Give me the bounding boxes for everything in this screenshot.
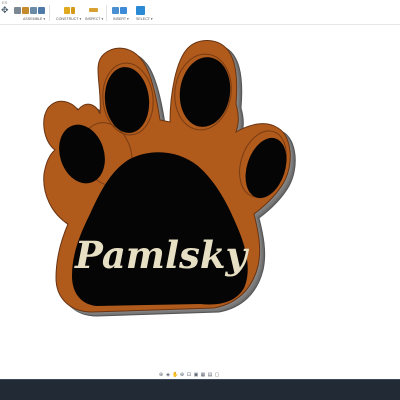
joint-icon[interactable] bbox=[22, 6, 29, 14]
move-icon[interactable]: ✥ bbox=[1, 7, 10, 16]
viewports-icon[interactable]: ▤ bbox=[207, 372, 213, 378]
insert-group[interactable]: INSERT ▾ bbox=[112, 5, 129, 23]
orbit-icon[interactable]: ⊕ bbox=[158, 372, 164, 378]
os-taskbar bbox=[0, 379, 400, 400]
toolbar-divider bbox=[49, 5, 50, 21]
offset-plane-icon[interactable] bbox=[64, 6, 70, 14]
look-at-icon[interactable]: ◈ bbox=[165, 372, 171, 378]
toolbar: ES ✥ ASSEMBLE ▾ CONSTRUCT ▾ INSPECT ▾ IN… bbox=[0, 0, 400, 25]
insert-image-icon[interactable] bbox=[120, 6, 127, 14]
select-group[interactable]: SELECT ▾ bbox=[136, 5, 153, 23]
toolbar-divider bbox=[106, 5, 107, 21]
measure-icon[interactable] bbox=[89, 8, 98, 12]
assemble-group[interactable]: ASSEMBLE ▾ bbox=[14, 5, 45, 23]
construct-menu[interactable]: CONSTRUCT ▾ bbox=[56, 17, 81, 21]
grid-settings-icon[interactable]: ▦ bbox=[200, 372, 206, 378]
pan-icon[interactable]: ✋ bbox=[172, 372, 178, 378]
new-component-icon[interactable] bbox=[14, 6, 21, 14]
viewport-canvas[interactable]: Pamlsky bbox=[0, 24, 400, 379]
paw-engraved-name: Pamlsky bbox=[74, 233, 249, 277]
display-settings-icon[interactable]: ▣ bbox=[193, 372, 199, 378]
select-icon[interactable] bbox=[136, 5, 145, 15]
inspect-menu[interactable]: INSPECT ▾ bbox=[85, 17, 103, 21]
environment-icon[interactable]: ▢ bbox=[214, 372, 220, 378]
zoom-icon[interactable]: ⊕ bbox=[179, 372, 185, 378]
navigation-bar: ⊕ ◈ ✋ ⊕ ⊡ ▣ ▦ ▤ ▢ bbox=[158, 371, 220, 379]
fit-icon[interactable]: ⊡ bbox=[186, 372, 192, 378]
select-menu[interactable]: SELECT ▾ bbox=[136, 17, 153, 21]
construct-group[interactable]: CONSTRUCT ▾ bbox=[56, 5, 81, 23]
taskbar-edge bbox=[0, 379, 400, 380]
as-built-joint-icon[interactable] bbox=[30, 6, 37, 14]
workspace-tab-label[interactable]: ES bbox=[2, 0, 7, 5]
plane-icon[interactable] bbox=[71, 6, 75, 14]
insert-derive-icon[interactable] bbox=[112, 6, 119, 14]
rigid-group-icon[interactable] bbox=[38, 6, 45, 14]
inspect-group[interactable]: INSPECT ▾ bbox=[85, 5, 103, 23]
assemble-menu[interactable]: ASSEMBLE ▾ bbox=[23, 17, 45, 21]
insert-menu[interactable]: INSERT ▾ bbox=[113, 17, 129, 21]
